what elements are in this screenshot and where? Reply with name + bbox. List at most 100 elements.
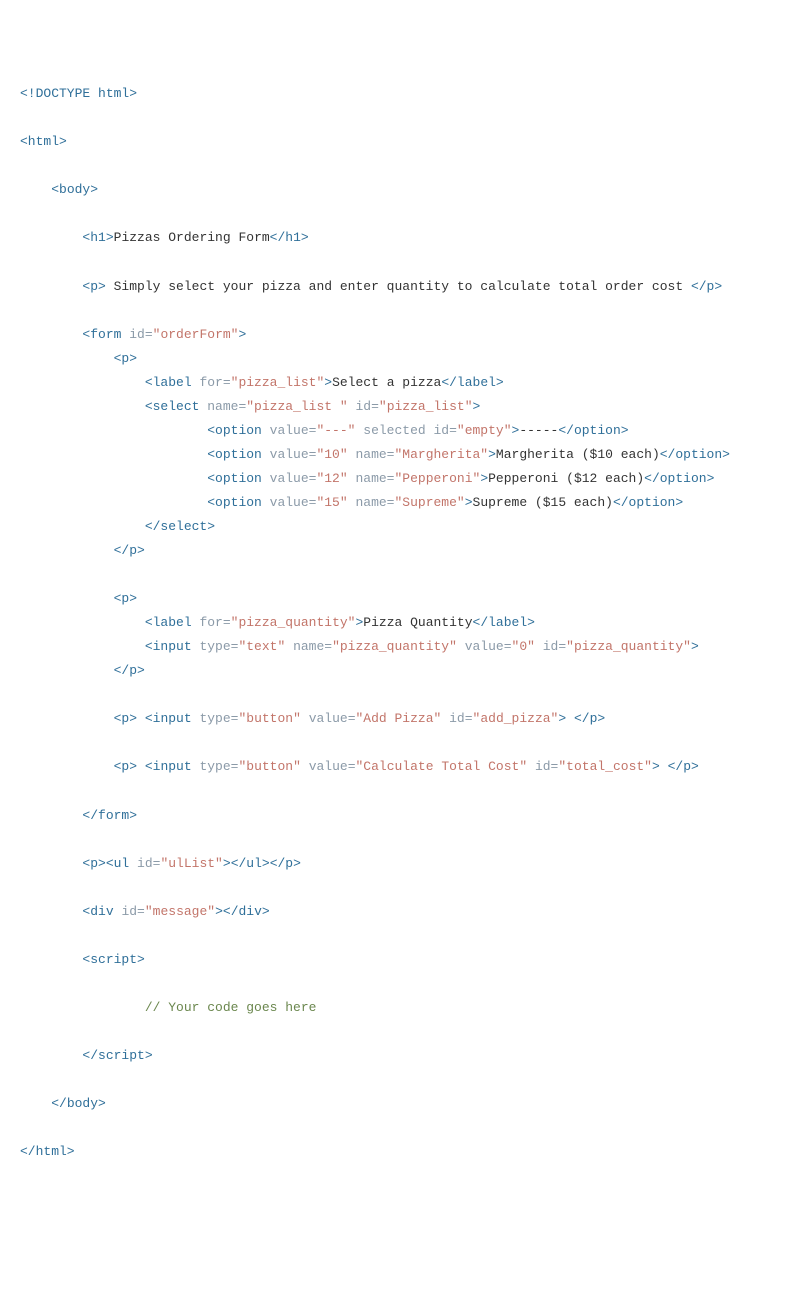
code-token: > [238,327,246,342]
code-token: > [473,399,481,414]
code-token: "Margherita" [394,447,488,462]
code-token: <select [145,399,200,414]
code-token: // Your code goes here [145,1000,317,1015]
code-token: type= [192,759,239,774]
code-token: </label> [473,615,535,630]
code-token: Select a pizza [332,375,441,390]
code-token: </form> [82,808,137,823]
code-token: <input [145,711,192,726]
code-token: </p> [668,759,699,774]
code-token: name= [348,495,395,510]
code-token: "pizza_list" [379,399,473,414]
code-token: </option> [644,471,714,486]
code-token: id= [535,639,566,654]
code-token: "pizza_quantity" [566,639,691,654]
code-token: > [652,759,660,774]
code-token: id= [527,759,558,774]
code-token: "button" [238,711,300,726]
code-token: name= [348,447,395,462]
code-token: <p> [114,711,137,726]
code-token: type= [192,639,239,654]
code-token: "ulList" [160,856,222,871]
code-token: "---" [316,423,355,438]
code-token: Margherita ($10 each) [496,447,660,462]
code-token: "text" [238,639,285,654]
code-token: > [488,447,496,462]
code-token: script> [98,1048,153,1063]
code-token: > [480,471,488,486]
code-token: value= [262,471,317,486]
code-token: "Calculate Total Cost" [356,759,528,774]
code-token: value= [301,711,356,726]
code-token: > [691,639,699,654]
code-token: Pizzas Ordering Form [114,230,270,245]
code-token: "total_cost" [558,759,652,774]
code-token: for= [192,615,231,630]
code-token: "15" [316,495,347,510]
code-token: <input [145,759,192,774]
code-token: > [223,856,231,871]
code-token: </div> [223,904,270,919]
code-token: id= [114,904,145,919]
code-token: id= [121,327,152,342]
code-token: <p> [82,856,105,871]
code-token: <html> [20,134,67,149]
code-token: </h1> [270,230,309,245]
code-token: <h1> [82,230,113,245]
code-token: </p> [270,856,301,871]
code-token: <form [82,327,121,342]
code-token: "pizza_list" [231,375,325,390]
code-token: type= [192,711,239,726]
code-token: "orderForm" [153,327,239,342]
code-token: Pizza Quantity [363,615,472,630]
code-token: <option [207,447,262,462]
code-token: "0" [512,639,535,654]
code-token: "button" [238,759,300,774]
code-token: "message" [145,904,215,919]
code-token: for= [192,375,231,390]
code-token: <div [82,904,113,919]
code-token: <label [145,375,192,390]
code-token: > [215,904,223,919]
code-token: </p> [114,543,145,558]
code-token: </body> [51,1096,106,1111]
code-token: <ul [106,856,129,871]
code-token: </select> [145,519,215,534]
code-token: <p> [82,279,105,294]
code-token: </option> [660,447,730,462]
code-token: <option [207,423,262,438]
code-token: <input [145,639,192,654]
code-token: "Supreme" [394,495,464,510]
code-token: "pizza_list " [246,399,347,414]
code-token: </html> [20,1144,75,1159]
code-token: name= [348,471,395,486]
code-token: Simply select your pizza and enter quant… [106,279,691,294]
code-token: value= [262,447,317,462]
code-token: <p> [114,759,137,774]
code-token: "pizza_quantity" [332,639,457,654]
code-token: value= [262,423,317,438]
code-token: "add_pizza" [473,711,559,726]
code-token: </option> [558,423,628,438]
code-token: </p> [574,711,605,726]
code-token: </p> [114,663,145,678]
code-token: <label [145,615,192,630]
code-token: selected [355,423,425,438]
code-token: <p> [114,591,137,606]
code-token: </ [82,1048,98,1063]
code-token: "empty" [457,423,512,438]
code-token: "12" [316,471,347,486]
code-token: Supreme ($15 each) [473,495,613,510]
code-token: "10" [316,447,347,462]
code-token [566,711,574,726]
code-token: "Add Pizza" [356,711,442,726]
code-token: "Pepperoni" [394,471,480,486]
code-token: <script> [82,952,144,967]
code-token [137,759,145,774]
code-token: </label> [441,375,503,390]
code-token: id= [129,856,160,871]
code-token: Pepperoni ($12 each) [488,471,644,486]
code-token [137,711,145,726]
code-token: name= [285,639,332,654]
code-token: ----- [519,423,558,438]
